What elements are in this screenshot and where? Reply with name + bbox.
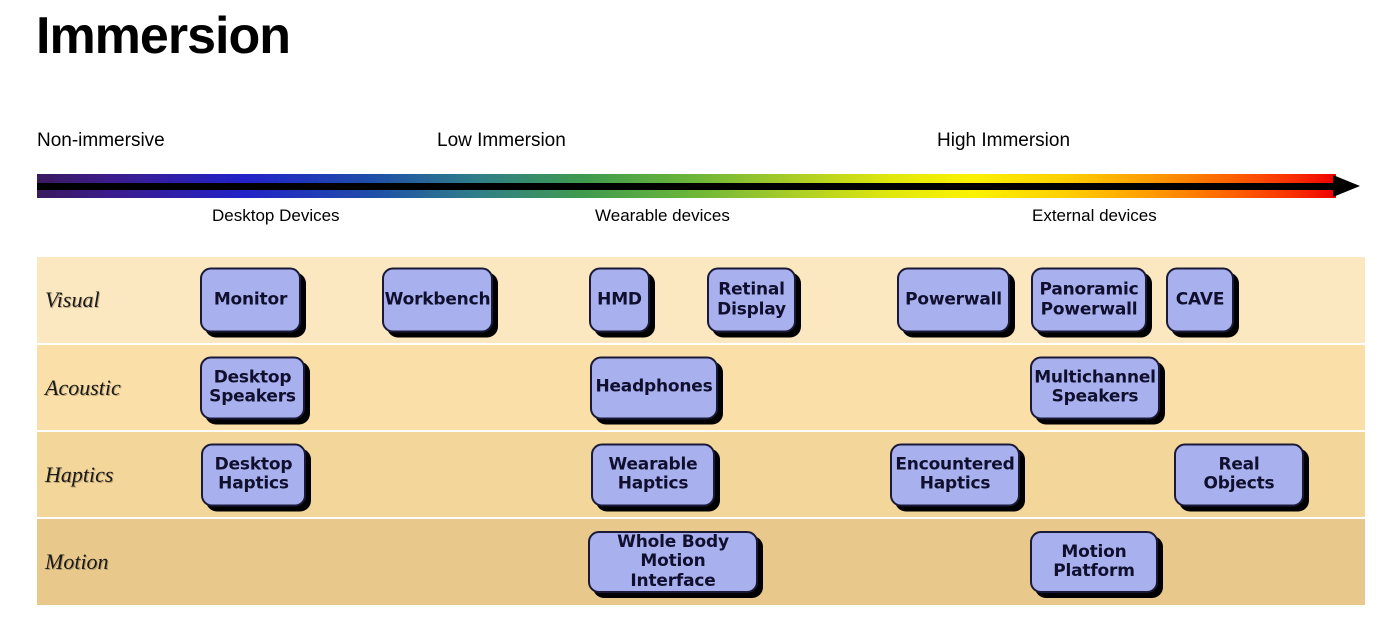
device-box-label: Wearable Haptics [608, 454, 698, 494]
device-box-wearable-haptics[interactable]: Wearable Haptics [591, 443, 715, 506]
device-box-retinal-display[interactable]: Retinal Display [707, 267, 796, 333]
device-box-label: HMD [597, 289, 642, 310]
scale-device-class-label-2: External devices [1032, 206, 1157, 225]
row-label-acoustic: Acoustic [45, 374, 121, 400]
device-box-label: Motion Platform [1053, 541, 1135, 581]
device-box-label: Workbench [384, 289, 491, 310]
device-box-monitor[interactable]: Monitor [200, 267, 301, 333]
device-box-real-objects[interactable]: Real Objects [1174, 443, 1304, 506]
scale-level-label-1: Low Immersion [437, 130, 566, 151]
device-box-workbench[interactable]: Workbench [382, 267, 493, 333]
device-box-label: Powerwall [905, 289, 1002, 310]
device-box-label: Encountered Haptics [895, 454, 1015, 494]
row-label-haptics: Haptics [45, 461, 114, 487]
matrix-row-visual: Visual Monitor Workbench HMD Retinal Display P… [37, 257, 1365, 345]
device-box-cave[interactable]: CAVE [1166, 267, 1234, 333]
arrow-shaft [37, 183, 1338, 190]
row-label-visual: Visual [45, 287, 100, 312]
matrix-row-motion: Motion Whole Body Motion Interface Motion Pl… [37, 519, 1365, 607]
scale-device-class-label-1: Wearable devices [595, 206, 730, 225]
matrix-row-acoustic: Acoustic Desktop Speakers Headphones Multich… [37, 345, 1365, 432]
device-box-hmd[interactable]: HMD [589, 267, 650, 333]
device-box-desktop-haptics[interactable]: Desktop Haptics [201, 443, 306, 506]
immersion-gradient-arrow [37, 174, 1362, 198]
scale-top-label-row: Non-immersive Low Immersion High Immersion [0, 130, 1394, 156]
device-box-label: CAVE [1175, 289, 1225, 310]
device-box-label: Desktop Speakers [209, 367, 296, 407]
scale-bottom-label-row: Desktop Devices Wearable devices External … [0, 206, 1394, 232]
device-box-label: Panoramic Powerwall [1039, 279, 1139, 319]
scale-device-class-label-0: Desktop Devices [212, 206, 340, 225]
device-box-label: Headphones [595, 376, 713, 397]
page-title: Immersion [36, 7, 291, 65]
device-box-panoramic-powerwall[interactable]: Panoramic Powerwall [1031, 267, 1147, 333]
device-box-motion-platform[interactable]: Motion Platform [1030, 531, 1158, 593]
device-immersion-matrix: Visual Monitor Workbench HMD Retinal Display P… [37, 257, 1365, 607]
scale-level-label-0: Non-immersive [37, 130, 165, 151]
device-box-multichannel-speakers[interactable]: Multichannel Speakers [1030, 356, 1160, 419]
scale-level-label-2: High Immersion [937, 130, 1071, 151]
row-label-motion: Motion [45, 549, 109, 574]
device-box-encountered-haptics[interactable]: Encountered Haptics [890, 443, 1020, 506]
matrix-row-haptics: Haptics Desktop Haptics Wearable Haptics Enco… [37, 432, 1365, 519]
device-box-headphones[interactable]: Headphones [590, 356, 718, 419]
device-box-label: Retinal Display [717, 279, 786, 319]
device-box-label: Multichannel Speakers [1034, 367, 1156, 407]
device-box-powerwall[interactable]: Powerwall [897, 267, 1010, 333]
device-box-desktop-speakers[interactable]: Desktop Speakers [200, 356, 305, 419]
immersion-scale: Non-immersive Low Immersion High Immersion… [0, 130, 1394, 240]
device-box-label: Whole Body Motion Interface [617, 532, 729, 591]
device-box-label: Real Objects [1203, 454, 1275, 494]
arrow-head-icon [1333, 175, 1360, 197]
device-box-whole-body-motion-interface[interactable]: Whole Body Motion Interface [588, 531, 758, 593]
device-box-label: Desktop Haptics [214, 454, 293, 494]
device-box-label: Monitor [213, 289, 288, 310]
